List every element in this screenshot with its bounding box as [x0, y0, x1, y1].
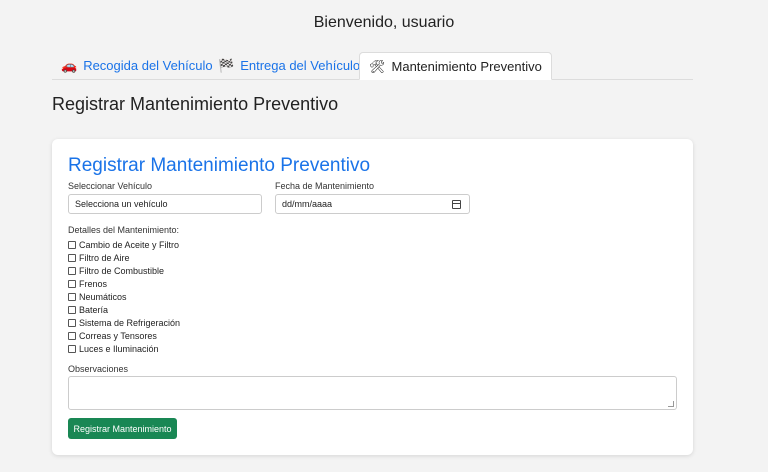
vehicle-select-value: Selecciona un vehículo	[75, 199, 168, 209]
detail-lights[interactable]: Luces e Iluminación	[68, 342, 180, 355]
checkbox-label: Batería	[79, 304, 109, 315]
maintenance-form-card: Registrar Mantenimiento Preventivo Selec…	[52, 139, 693, 455]
tab-label: Entrega del Vehículo	[240, 58, 361, 73]
checkbox[interactable]	[68, 344, 76, 353]
vehicle-label: Seleccionar Vehículo	[68, 181, 153, 191]
flag-icon: 🏁	[218, 58, 235, 73]
detail-fuel-filter[interactable]: Filtro de Combustible	[68, 264, 180, 277]
notes-label: Observaciones	[68, 364, 129, 374]
detail-tires[interactable]: Neumáticos	[68, 290, 180, 303]
detail-air-filter[interactable]: Filtro de Aire	[68, 251, 180, 264]
vehicle-select[interactable]: Selecciona un vehículo	[68, 194, 262, 214]
register-maintenance-button[interactable]: Registrar Mantenimiento	[68, 418, 177, 439]
tab-label: Mantenimiento Preventivo	[391, 58, 542, 74]
notes-textarea[interactable]	[68, 376, 677, 410]
tab-vehicle-pickup[interactable]: 🚗 Recogida del Vehículo	[52, 52, 222, 79]
checkbox-label: Correas y Tensores	[79, 330, 157, 341]
checkbox[interactable]	[68, 279, 76, 288]
checkbox[interactable]	[68, 331, 76, 340]
tab-preventive-maintenance[interactable]: 🛠 Mantenimiento Preventivo	[359, 52, 552, 80]
car-icon: 🚗	[61, 58, 78, 73]
checkbox[interactable]	[68, 305, 76, 314]
checkbox-label: Cambio de Aceite y Filtro	[79, 239, 180, 250]
detail-cooling[interactable]: Sistema de Refrigeración	[68, 316, 180, 329]
checkbox-label: Filtro de Aire	[79, 252, 130, 263]
tab-label: Recogida del Vehículo	[83, 58, 213, 73]
checkbox[interactable]	[68, 266, 76, 275]
checkbox-label: Sistema de Refrigeración	[79, 317, 181, 328]
tools-icon: 🛠	[369, 58, 386, 74]
detail-belts[interactable]: Correas y Tensores	[68, 329, 180, 342]
checkbox-label: Luces e Iluminación	[79, 343, 159, 354]
form-title: Registrar Mantenimiento Preventivo	[68, 155, 371, 176]
checkbox[interactable]	[68, 240, 76, 249]
date-label: Fecha de Mantenimiento	[275, 181, 375, 191]
checkbox-label: Filtro de Combustible	[79, 265, 165, 276]
details-checklist: Cambio de Aceite y Filtro Filtro de Aire…	[68, 238, 180, 355]
detail-oil-filter[interactable]: Cambio de Aceite y Filtro	[68, 238, 180, 251]
tab-vehicle-delivery[interactable]: 🏁 Entrega del Vehículo	[209, 52, 369, 79]
checkbox-label: Neumáticos	[79, 291, 127, 302]
tab-bar: 🚗 Recogida del Vehículo 🏁 Entrega del Ve…	[52, 52, 693, 80]
detail-brakes[interactable]: Frenos	[68, 277, 180, 290]
resize-handle-icon[interactable]	[668, 401, 674, 407]
checkbox[interactable]	[68, 318, 76, 327]
date-input-value: dd/mm/aaaa	[282, 199, 333, 209]
welcome-heading: Bienvenido, usuario	[313, 14, 455, 31]
details-label: Detalles del Mantenimiento:	[68, 225, 180, 235]
checkbox[interactable]	[68, 253, 76, 262]
detail-battery[interactable]: Batería	[68, 303, 180, 316]
page-title: Registrar Mantenimiento Preventivo	[52, 94, 339, 114]
calendar-icon[interactable]	[452, 200, 461, 209]
date-input[interactable]: dd/mm/aaaa	[275, 194, 470, 214]
checkbox[interactable]	[68, 292, 76, 301]
checkbox-label: Frenos	[79, 278, 108, 289]
